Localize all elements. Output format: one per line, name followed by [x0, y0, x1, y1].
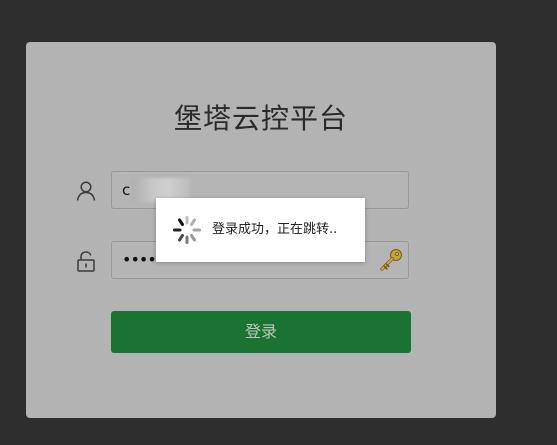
page-title: 堡塔云控平台: [173, 102, 348, 135]
loading-toast: 登录成功，正在跳转..: [156, 198, 365, 262]
toast-message: 登录成功，正在跳转..: [212, 222, 338, 237]
username-value: c: [122, 181, 131, 199]
page: 堡塔云控平台 c ••••• 登录 登录成功，正在跳转..: [0, 0, 557, 445]
login-button[interactable]: 登录: [111, 311, 411, 353]
lock-icon: [74, 249, 98, 273]
user-icon: [74, 179, 98, 203]
spinner-icon: [172, 215, 202, 245]
key-icon[interactable]: [378, 247, 404, 273]
